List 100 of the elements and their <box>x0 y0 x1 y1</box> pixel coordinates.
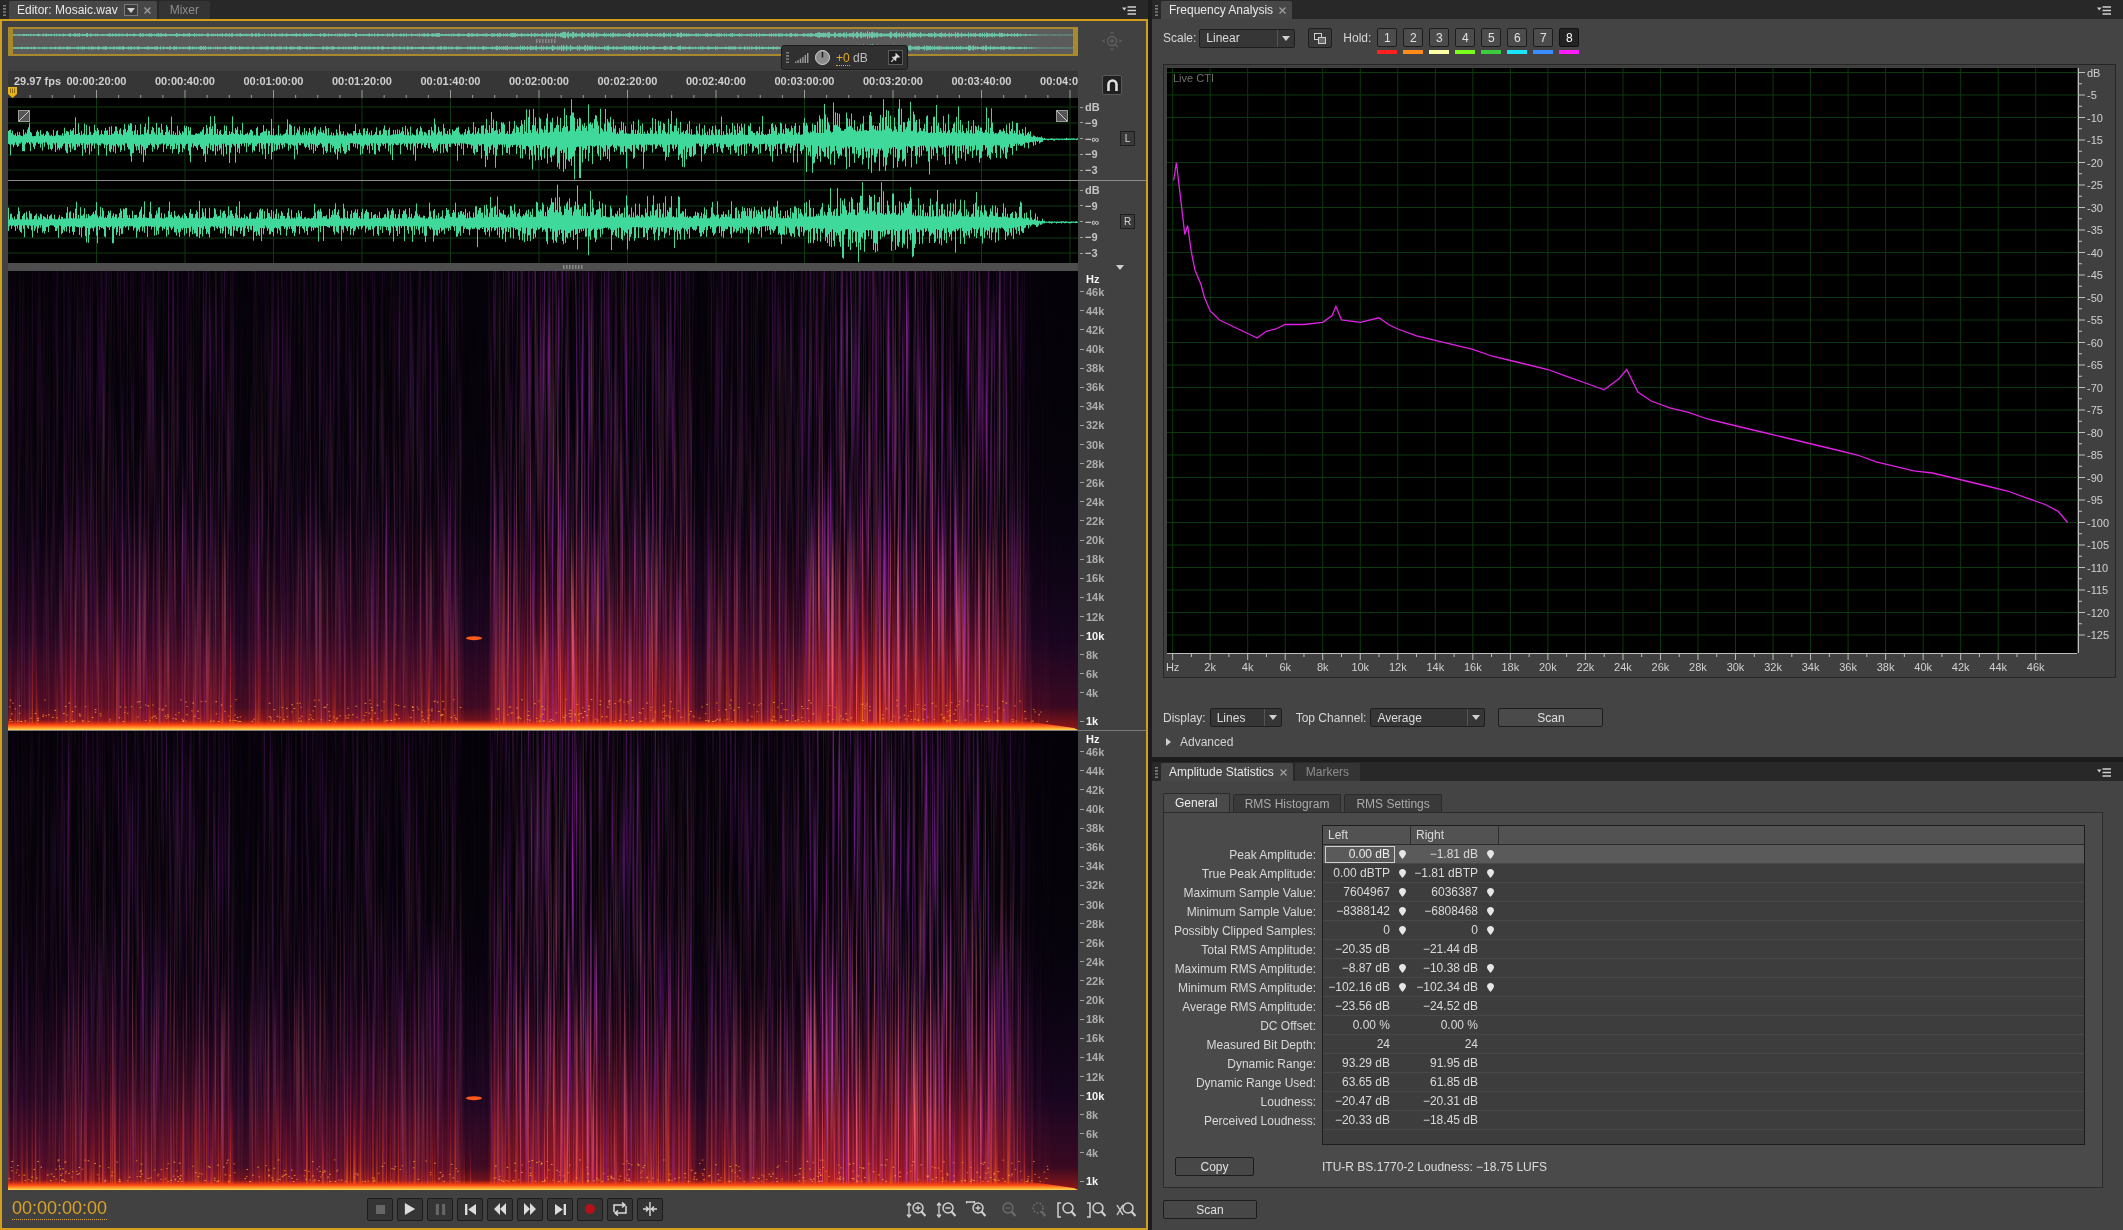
panel-tab[interactable]: Markers <box>1294 763 1361 781</box>
hold-button[interactable]: 5 <box>1481 28 1502 47</box>
table-row[interactable]: −8.87 dB −10.38 dB <box>1323 959 2084 978</box>
axis-label: 20k <box>1539 661 1557 674</box>
pin-icon[interactable] <box>1398 849 1406 859</box>
frequency-label: 22k <box>1086 515 1105 527</box>
pin-button[interactable] <box>888 50 903 65</box>
zoom-in-icon[interactable] <box>966 1200 986 1218</box>
pin-icon[interactable] <box>1486 887 1494 897</box>
grip-icon[interactable] <box>536 39 556 43</box>
db-label: dB <box>1085 184 1100 196</box>
pin-icon[interactable] <box>1486 849 1494 859</box>
play-button[interactable] <box>397 1197 423 1221</box>
panel-menu-icon[interactable] <box>2097 767 2111 777</box>
go-to-end-button[interactable] <box>547 1197 573 1221</box>
scan-button[interactable]: Scan <box>1163 1200 1257 1219</box>
close-icon[interactable] <box>1279 6 1287 14</box>
hold-button[interactable]: 4 <box>1455 28 1476 47</box>
rewind-button[interactable] <box>487 1197 513 1221</box>
pin-icon[interactable] <box>1398 925 1406 935</box>
channel-button[interactable]: R <box>1120 214 1135 229</box>
grip-icon[interactable] <box>563 265 583 269</box>
zoom-in-icon[interactable] <box>906 1200 926 1218</box>
zoom-out-icon[interactable] <box>936 1200 956 1218</box>
hold-button[interactable]: 8 <box>1559 28 1580 47</box>
axis-label: -5 <box>2087 88 2097 102</box>
tab[interactable]: RMS Settings <box>1344 794 1442 812</box>
display-dropdown[interactable]: Lines <box>1209 708 1282 727</box>
time-ruler[interactable]: 29.97 fps 00:00:20:00 00:00:40:00 00:01:00:00 00:01:20:00 00:01:40:00 00:02:00:00 00:02:20:00 00:02:40:00 00:03:00:00 00:03:20:00 00:03:40:00 00:04:0 <box>8 71 1078 98</box>
axis-label: -90 <box>2087 471 2103 484</box>
frequency-label: 36k <box>1086 381 1105 394</box>
table-row[interactable]: −20.33 dB −18.45 dB <box>1323 1111 2084 1130</box>
hold-button[interactable]: 2 <box>1403 28 1424 47</box>
table-row[interactable]: 63.65 dB 61.85 dB <box>1323 1073 2084 1092</box>
bracket-magnifier-icon[interactable] <box>1116 1200 1136 1218</box>
advanced-toggle[interactable]: Advanced <box>1163 734 1234 750</box>
table-row[interactable]: −20.35 dB −21.44 dB <box>1323 940 2084 959</box>
table-row[interactable]: 7604967 6036387 <box>1323 883 2084 902</box>
panel-menu-icon[interactable] <box>1122 5 1136 15</box>
panel-tab[interactable]: Amplitude Statistics <box>1161 763 1293 781</box>
go-to-start-button[interactable] <box>457 1197 483 1221</box>
pin-icon[interactable] <box>1486 982 1494 992</box>
table-row[interactable]: −20.47 dB −20.31 dB <box>1323 1092 2084 1111</box>
panel-tab[interactable]: Frequency Analysis <box>1161 1 1293 19</box>
pin-icon[interactable] <box>1398 982 1406 992</box>
cell-value: −10.38 dB <box>1421 960 1479 977</box>
tab[interactable]: RMS Histogram <box>1232 794 1342 812</box>
bracket-magnifier-icon[interactable] <box>1056 1200 1076 1218</box>
overlay-button[interactable] <box>1308 28 1333 48</box>
panel-tab[interactable]: Editor: Mosaic.wav <box>9 1 157 19</box>
pin-icon[interactable] <box>1398 906 1406 916</box>
snap-button[interactable] <box>1102 74 1122 95</box>
table-row[interactable]: 0.00 dB −1.81 dB <box>1323 845 2084 864</box>
pin-icon[interactable] <box>1398 868 1406 878</box>
table-row[interactable]: 0 0 <box>1323 921 2084 940</box>
skip-back-icon <box>464 1203 476 1215</box>
scale-dropdown[interactable]: Linear <box>1199 28 1296 48</box>
fade-handle-icon[interactable] <box>18 110 30 122</box>
close-icon[interactable] <box>143 6 151 14</box>
grip-icon[interactable] <box>3 4 6 16</box>
close-icon[interactable] <box>1279 768 1287 776</box>
knob-icon[interactable] <box>815 50 830 65</box>
panel-menu-icon[interactable] <box>2097 5 2111 15</box>
pin-icon[interactable] <box>1486 925 1494 935</box>
panel-tab[interactable]: Mixer <box>158 1 211 19</box>
tab-menu-button[interactable] <box>123 4 138 16</box>
pin-icon[interactable] <box>1486 868 1494 878</box>
fast-forward-button[interactable] <box>517 1197 543 1221</box>
pin-icon[interactable] <box>1398 963 1406 973</box>
axis-label: 22k <box>1576 661 1595 674</box>
pin-icon[interactable] <box>1486 963 1494 973</box>
copy-button[interactable]: Copy <box>1175 1157 1254 1176</box>
pushpin-icon <box>891 53 900 62</box>
table-row[interactable]: −8388142 −6808468 <box>1323 902 2084 921</box>
table-row[interactable]: 24 24 <box>1323 1035 2084 1054</box>
grip-icon[interactable] <box>786 52 789 63</box>
table-row[interactable]: 93.29 dB 91.95 dB <box>1323 1054 2084 1073</box>
fade-handle-icon[interactable] <box>1056 110 1068 122</box>
gain-reading[interactable]: +0 dB <box>836 50 868 65</box>
scan-button[interactable]: Scan <box>1498 708 1604 727</box>
table-row[interactable]: −102.16 dB −102.34 dB <box>1323 978 2084 997</box>
grip-icon[interactable] <box>1155 4 1158 16</box>
channel-dropdown[interactable]: Average <box>1370 708 1486 727</box>
table-row[interactable]: 0.00 dBTP −1.81 dBTP <box>1323 864 2084 883</box>
grip-icon[interactable] <box>1155 766 1158 778</box>
skip-selection-button[interactable] <box>637 1197 663 1221</box>
pin-icon[interactable] <box>1486 906 1494 916</box>
time-display[interactable]: 00:00:00:00 <box>12 1198 108 1220</box>
tab[interactable]: General <box>1163 793 1230 812</box>
hold-button[interactable]: 7 <box>1533 28 1554 47</box>
pin-icon[interactable] <box>1398 887 1406 897</box>
hold-button[interactable]: 3 <box>1429 28 1450 47</box>
channel-button[interactable]: L <box>1120 131 1135 146</box>
table-row[interactable]: 0.00 % 0.00 % <box>1323 1016 2084 1035</box>
bracket-magnifier-icon[interactable] <box>1086 1200 1106 1218</box>
hold-button[interactable]: 6 <box>1507 28 1528 47</box>
hold-button[interactable]: 1 <box>1377 28 1398 47</box>
table-row[interactable]: −23.56 dB −24.52 dB <box>1323 997 2084 1016</box>
playhead-marker-icon[interactable] <box>8 87 17 98</box>
loop-button[interactable] <box>607 1197 633 1221</box>
